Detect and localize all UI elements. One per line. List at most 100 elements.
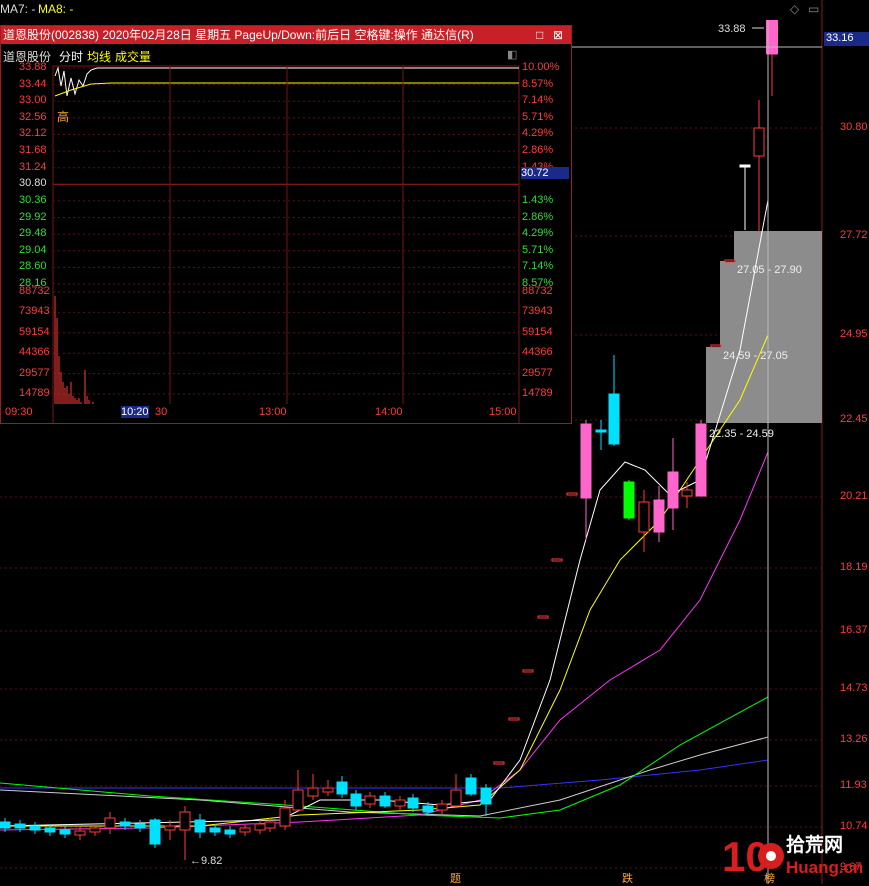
volume-tick: 59154 (522, 325, 553, 338)
popup-current-price: 30.72 (521, 167, 569, 179)
time-label: 15:00 (489, 406, 517, 418)
price-zones: 27.05 - 27.90 24.59 - 27.05 22.35 - 24.59 (706, 231, 822, 440)
popup-pct-label: 10.00% (522, 61, 560, 73)
price-tick: 27.72 (840, 229, 868, 241)
candle[interactable] (695, 420, 707, 497)
popup-price-label: 33.44 (19, 77, 47, 90)
candle[interactable] (653, 486, 665, 542)
price-tick: 11.93 (840, 779, 867, 791)
popup-pct-label: 7.14% (522, 94, 554, 107)
diamond-icon[interactable]: ◇ (790, 2, 799, 16)
logo-url: Huang.cn (786, 858, 862, 877)
candle[interactable] (322, 780, 334, 796)
candle[interactable] (710, 344, 722, 348)
candle[interactable] (254, 820, 266, 834)
event-marker[interactable]: 题 (450, 872, 461, 884)
candle[interactable] (134, 820, 146, 832)
candle[interactable] (508, 717, 520, 721)
candle[interactable] (29, 822, 41, 834)
volume-tick: 29577 (19, 366, 50, 379)
candle[interactable] (307, 774, 319, 800)
candle[interactable] (407, 794, 419, 812)
popup-price-label: 29.92 (19, 210, 47, 223)
indicator-bar: MA7: - MA8: - ◇ ▭ (0, 0, 869, 18)
time-label: 14:00 (375, 406, 403, 418)
popup-pct-label: 2.86% (522, 210, 554, 223)
candle[interactable] (239, 824, 251, 836)
popup-price-label: 33.00 (19, 94, 47, 107)
zone-box (734, 231, 822, 261)
candle[interactable] (224, 826, 236, 838)
price-tick: 22.45 (840, 413, 868, 425)
candle[interactable] (724, 259, 736, 263)
popup-pct-label: 2.86% (522, 144, 554, 157)
candle[interactable] (292, 770, 304, 812)
candle[interactable] (681, 482, 693, 508)
candle[interactable] (566, 492, 578, 496)
volume-tick: 88732 (522, 285, 553, 297)
candle[interactable] (595, 420, 607, 450)
zone-label: 24.59 - 27.05 (723, 350, 788, 362)
price-tick: 20.21 (840, 490, 868, 502)
candle[interactable] (493, 761, 505, 765)
price-tick: 16.37 (840, 624, 868, 636)
logo-brand: 拾荒网 (786, 833, 843, 856)
candle[interactable] (179, 806, 191, 860)
candle[interactable] (364, 792, 376, 808)
time-label: 10:20 (121, 406, 149, 418)
time-label: 30 (155, 406, 168, 418)
intraday-chart[interactable] (1, 26, 571, 423)
volume-tick: 73943 (522, 305, 553, 318)
intraday-popup[interactable]: 道恩股份(002838) 2020年02月28日 星期五 PageUp/Down… (0, 25, 572, 424)
volume-tick: 59154 (19, 325, 50, 338)
candle[interactable] (522, 669, 534, 673)
popup-pct-label: 1.43% (522, 193, 554, 206)
popup-price-label: 32.12 (19, 127, 47, 140)
popup-pct-label: 5.71% (522, 243, 554, 256)
popup-price-label: 32.56 (19, 110, 47, 123)
price-tick: 18.19 (840, 561, 868, 573)
popup-pct-label: 5.71% (522, 110, 554, 123)
candle[interactable] (104, 812, 116, 834)
popup-high-marker: 高 (57, 110, 70, 124)
candle[interactable] (59, 826, 71, 838)
candle[interactable] (608, 355, 620, 446)
restore-icon[interactable]: ▭ (808, 2, 819, 16)
candle[interactable] (623, 480, 635, 520)
popup-price-label: 33.88 (19, 61, 47, 73)
volume-tick: 29577 (522, 366, 553, 379)
price-tick: 30.80 (840, 121, 868, 133)
candle[interactable] (580, 420, 592, 540)
ma-blue-line (0, 759, 769, 789)
event-marker[interactable]: 跌 (622, 871, 633, 884)
candle[interactable] (480, 784, 492, 816)
volume-tick: 88732 (19, 285, 50, 297)
ma8-label: MA8: - (38, 2, 74, 16)
candle[interactable] (149, 818, 161, 848)
candle[interactable] (465, 774, 477, 796)
time-label: 13:00 (259, 406, 287, 418)
popup-price-label: 31.24 (19, 160, 47, 173)
candle[interactable] (194, 814, 206, 838)
price-axis: 33.16 30.80 27.72 24.95 22.45 20.21 18.19 16.3… (822, 0, 869, 884)
candle[interactable] (350, 790, 362, 810)
volume-tick: 44366 (522, 346, 553, 359)
price-tick: 24.95 (840, 328, 868, 340)
candle[interactable] (551, 558, 563, 562)
watermark-logo: 10 拾荒网 Huang.cn (722, 829, 863, 881)
candle[interactable] (739, 164, 751, 230)
popup-pct-label: 4.29% (522, 227, 554, 240)
candle[interactable] (638, 490, 650, 552)
volume-tick: 14789 (19, 387, 50, 399)
popup-frame (52, 65, 520, 423)
candle[interactable] (394, 796, 406, 810)
candle[interactable] (537, 615, 549, 619)
candle[interactable] (336, 776, 348, 798)
low-price-label: ←9.82 (190, 855, 222, 867)
candle[interactable] (164, 820, 176, 840)
candle[interactable] (379, 792, 391, 808)
candle[interactable] (667, 438, 679, 530)
candle[interactable] (436, 800, 448, 814)
candle[interactable] (753, 100, 765, 232)
candle[interactable] (450, 774, 462, 808)
